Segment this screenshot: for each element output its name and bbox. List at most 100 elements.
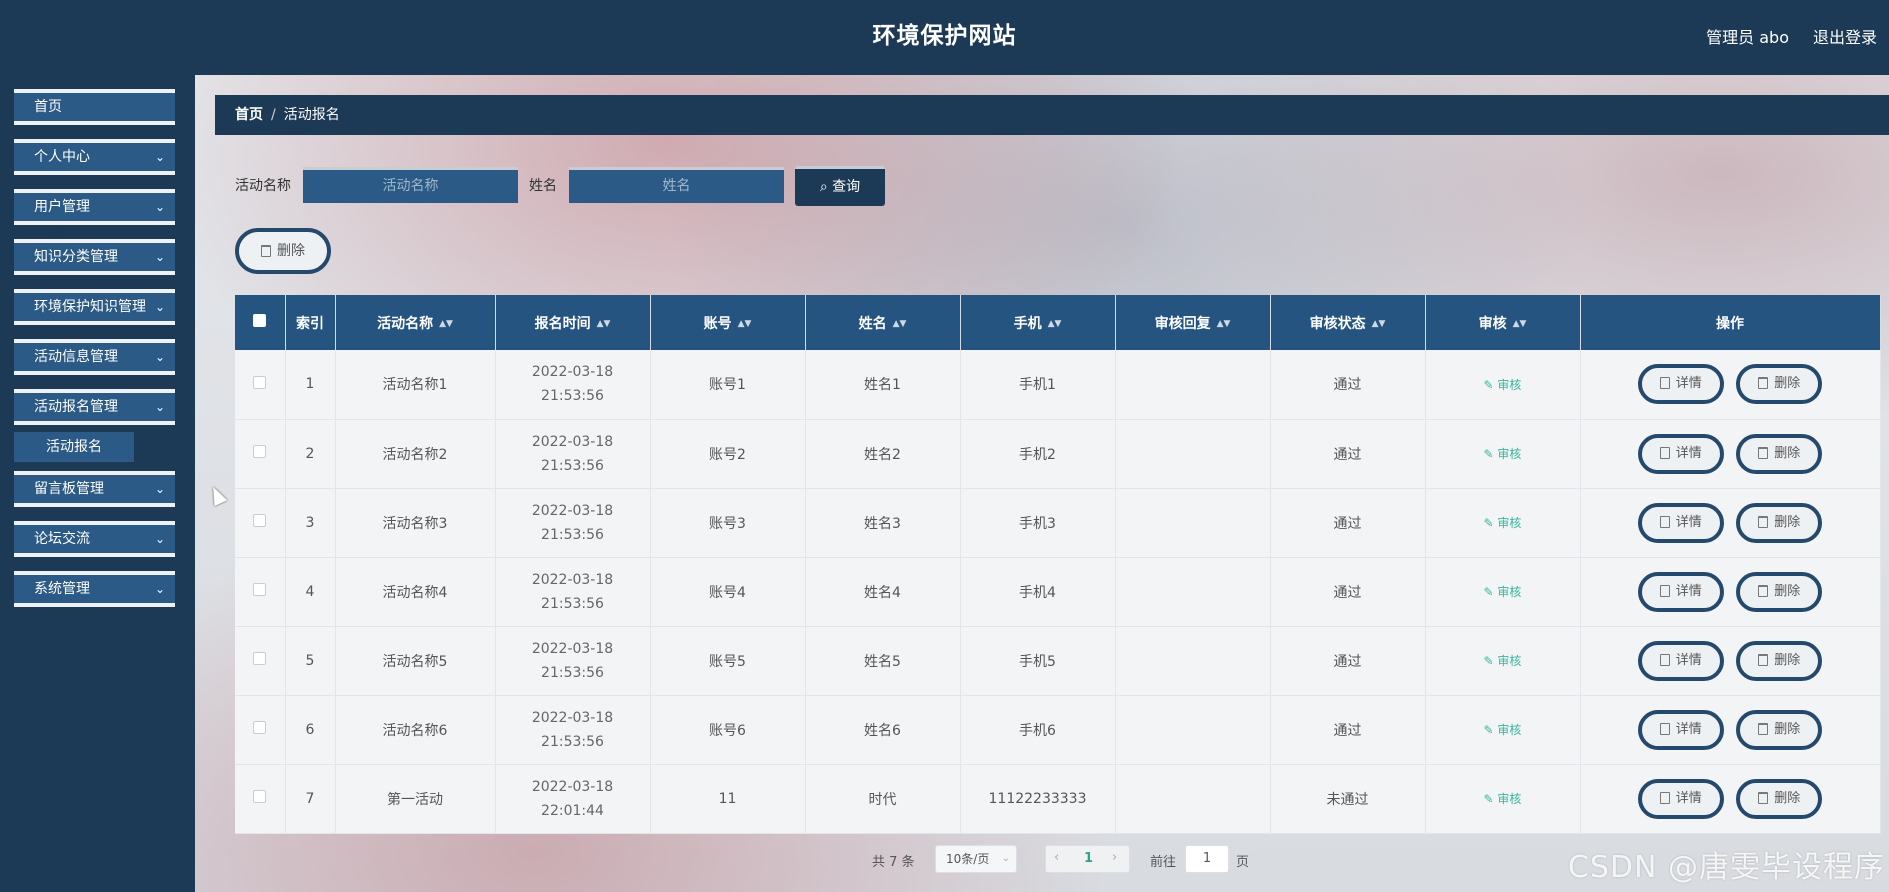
column-header-label: 审核 — [1478, 315, 1507, 332]
column-header-status[interactable]: 审核状态 ▲▼ — [1270, 295, 1426, 350]
batch-delete-button[interactable]: 删除 — [235, 228, 331, 274]
document-icon — [1659, 722, 1670, 735]
activity-name-label: 活动名称 — [235, 178, 291, 194]
logout-link[interactable]: 退出登录 — [1813, 24, 1877, 48]
sidebar-item-forum[interactable]: 论坛交流 ⌄ — [14, 521, 175, 557]
sort-icon[interactable]: ▲▼ — [1048, 319, 1062, 328]
sidebar-item-activity-info[interactable]: 活动信息管理 ⌄ — [14, 339, 175, 375]
reply-cell — [1115, 695, 1271, 765]
chevron-down-icon: ⌄ — [154, 482, 165, 496]
delete-button[interactable]: 删除 — [1736, 709, 1823, 750]
column-header-audit[interactable]: 审核 ▲▼ — [1425, 295, 1581, 350]
sidebar-item-message-board[interactable]: 留言板管理 ⌄ — [14, 471, 175, 507]
row-checkbox[interactable] — [253, 721, 267, 734]
column-header-time[interactable]: 报名时间 ▲▼ — [495, 295, 651, 350]
edit-icon: ✎ — [1483, 723, 1498, 737]
audit-label: 审核 — [1497, 654, 1522, 668]
sidebar-item-activity-signup[interactable]: 活动报名管理 ⌄ — [14, 389, 175, 425]
delete-button[interactable]: 删除 — [1736, 502, 1823, 543]
edit-icon: ✎ — [1483, 377, 1498, 392]
row-checkbox-cell[interactable] — [235, 764, 286, 834]
row-checkbox[interactable] — [253, 652, 267, 665]
row-checkbox[interactable] — [253, 514, 267, 527]
current-page[interactable]: 1 — [1084, 851, 1093, 866]
watermark: CSDN @唐雯毕设程序 — [1567, 850, 1885, 885]
account-cell: 账号4 — [650, 557, 806, 627]
row-checkbox-cell[interactable] — [235, 557, 286, 627]
actions-cell: 详情 删除 — [1580, 626, 1881, 696]
column-header-name[interactable]: 姓名 ▲▼ — [805, 295, 961, 350]
sidebar-item-system[interactable]: 系统管理 ⌄ — [14, 571, 175, 607]
row-checkbox-cell[interactable] — [235, 695, 286, 765]
chevron-right-icon[interactable]: › — [1112, 850, 1117, 865]
row-checkbox[interactable] — [253, 375, 267, 389]
sort-icon[interactable]: ▲▼ — [597, 319, 611, 328]
detail-button[interactable]: 详情 — [1637, 502, 1724, 543]
site-title: 环境保护网站 — [872, 23, 1017, 49]
delete-button[interactable]: 删除 — [1736, 364, 1823, 405]
audit-link[interactable]: ✎ 审核 — [1484, 447, 1522, 461]
column-header-activity[interactable]: 活动名称 ▲▼ — [335, 295, 496, 350]
name-cell: 姓名3 — [805, 488, 961, 558]
name-input[interactable]: 姓名 — [569, 167, 784, 203]
column-header-reply[interactable]: 审核回复 ▲▼ — [1115, 295, 1271, 350]
sort-icon[interactable]: ▲▼ — [893, 319, 907, 328]
document-icon — [1659, 653, 1670, 666]
sort-icon[interactable]: ▲▼ — [1372, 319, 1386, 328]
delete-label: 删除 — [1774, 514, 1801, 530]
column-header-phone[interactable]: 手机 ▲▼ — [960, 295, 1116, 350]
sort-icon[interactable]: ▲▼ — [1217, 319, 1231, 328]
audit-link[interactable]: ✎ 审核 — [1484, 516, 1522, 530]
detail-button[interactable]: 详情 — [1637, 433, 1724, 474]
select-all-checkbox[interactable] — [253, 314, 267, 327]
detail-button[interactable]: 详情 — [1637, 640, 1724, 681]
audit-link[interactable]: ✎ 审核 — [1484, 585, 1522, 599]
audit-link[interactable]: ✎ 审核 — [1484, 792, 1522, 806]
audit-link[interactable]: ✎ 审核 — [1484, 654, 1522, 668]
audit-link[interactable]: ✎ 审核 — [1484, 723, 1522, 737]
row-checkbox[interactable] — [253, 583, 267, 596]
delete-button[interactable]: 删除 — [1736, 571, 1823, 612]
audit-cell: ✎ 审核 — [1425, 419, 1581, 489]
column-header-account[interactable]: 账号 ▲▼ — [650, 295, 806, 350]
sidebar-item-personal-center[interactable]: 个人中心 ⌄ — [14, 139, 175, 175]
sidebar-subitem-activity-signup[interactable]: 活动报名 — [14, 432, 134, 462]
sidebar-item-home[interactable]: 首页 — [14, 89, 175, 125]
sort-icon[interactable]: ▲▼ — [1513, 319, 1527, 328]
row-checkbox-cell[interactable] — [235, 488, 286, 558]
sidebar-item-env-knowledge[interactable]: 环境保护知识管理 ⌄ — [14, 289, 175, 325]
row-checkbox-cell[interactable] — [235, 626, 286, 696]
breadcrumb-home[interactable]: 首页 — [235, 107, 263, 123]
detail-button[interactable]: 详情 — [1637, 709, 1724, 750]
sidebar-item-label: 系统管理 — [34, 581, 90, 597]
table-header-row: 索引 活动名称 ▲▼ 报名时间 ▲▼ 账号 ▲▼ 姓名 ▲▼ 手机 ▲▼ 审核回复 ▲▼ 审… — [235, 295, 1881, 350]
activity-cell: 活动名称2 — [335, 419, 496, 489]
row-checkbox-cell[interactable] — [235, 419, 286, 489]
sidebar-item-knowledge-category[interactable]: 知识分类管理 ⌄ — [14, 239, 175, 275]
page-size-select[interactable]: 10条/页 ⌄ — [935, 845, 1017, 873]
time-cell: 2022-03-18 22:01:44 — [495, 764, 651, 834]
select-all-header[interactable] — [235, 295, 286, 350]
delete-button[interactable]: 删除 — [1736, 778, 1823, 819]
activity-name-input[interactable]: 活动名称 — [303, 167, 518, 203]
account-cell: 账号6 — [650, 695, 806, 765]
sort-icon[interactable]: ▲▼ — [439, 319, 453, 328]
audit-link[interactable]: ✎ 审核 — [1484, 378, 1522, 392]
goto-page-input[interactable]: 1 — [1185, 845, 1229, 873]
row-checkbox[interactable] — [253, 790, 267, 803]
delete-button[interactable]: 删除 — [1736, 640, 1823, 681]
delete-button[interactable]: 删除 — [1736, 433, 1823, 474]
chevron-left-icon[interactable]: ‹ — [1054, 850, 1059, 865]
sidebar-item-label: 知识分类管理 — [34, 249, 118, 265]
sort-icon[interactable]: ▲▼ — [738, 319, 752, 328]
row-checkbox-cell[interactable] — [235, 350, 286, 420]
time-cell: 2022-03-18 21:53:56 — [495, 626, 651, 696]
sidebar-item-user-management[interactable]: 用户管理 ⌄ — [14, 189, 175, 225]
detail-button[interactable]: 详情 — [1637, 778, 1724, 819]
document-icon — [1659, 515, 1670, 528]
row-checkbox[interactable] — [253, 445, 267, 458]
chevron-down-icon: ⌄ — [154, 400, 165, 414]
detail-button[interactable]: 详情 — [1637, 571, 1724, 612]
query-button[interactable]: ⌕ 查询 — [795, 166, 885, 206]
detail-button[interactable]: 详情 — [1637, 364, 1724, 405]
